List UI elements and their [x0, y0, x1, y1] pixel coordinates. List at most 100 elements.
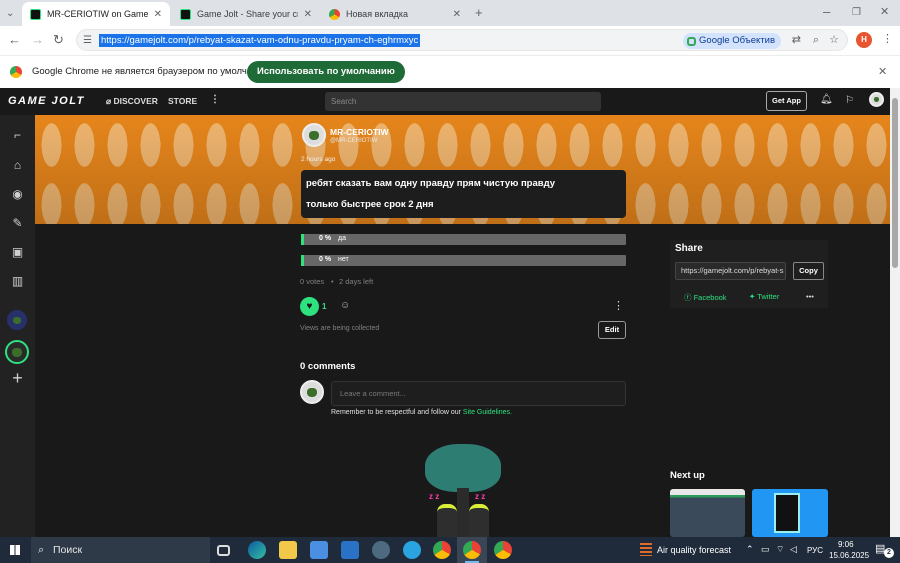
author-handle[interactable]: @MR-CERIOTIW: [330, 138, 377, 144]
restore-icon[interactable]: ❐: [852, 6, 861, 19]
commenter-avatar: [300, 380, 324, 404]
activity-icon[interactable]: ⚐: [845, 95, 854, 106]
chrome-menu-icon[interactable]: ⋮: [882, 33, 893, 46]
network-icon[interactable]: ▭: [761, 544, 770, 555]
clock-time[interactable]: 9:06: [838, 540, 854, 549]
file-explorer-icon[interactable]: [279, 541, 297, 559]
tab-search-icon[interactable]: ⌄: [6, 7, 14, 20]
translate-icon[interactable]: ⇄: [792, 34, 801, 47]
lens-label: Google Объектив: [699, 35, 775, 46]
profile-avatar[interactable]: H: [856, 32, 872, 48]
post-text-line: только быстрее срок 2 дня: [306, 199, 434, 210]
like-count[interactable]: 1: [322, 302, 326, 311]
mail-icon[interactable]: [341, 541, 359, 559]
sidebar-library-icon[interactable]: ▥: [8, 271, 27, 290]
facebook-share-link[interactable]: ⓕ Facebook: [684, 292, 727, 303]
address-bar[interactable]: ☰ https://gamejolt.com/p/rebyat-skazat-v…: [76, 29, 848, 51]
close-tab-icon[interactable]: ✕: [154, 9, 162, 20]
forward-icon[interactable]: →: [31, 33, 44, 46]
google-lens-button[interactable]: Google Объектив: [683, 33, 781, 49]
zoom-icon[interactable]: ⌕: [813, 34, 819, 47]
poll-option[interactable]: 0 % нет: [301, 255, 626, 266]
comment-rules-text: Remember to be respectful and follow our: [331, 409, 463, 416]
notifications-bell-icon[interactable]: 🔔︎: [820, 94, 833, 105]
volume-icon[interactable]: ◁: [790, 544, 797, 555]
sidebar-store-icon[interactable]: ⌂: [8, 155, 27, 174]
next-up-title: Next up: [670, 470, 705, 481]
telegram-icon[interactable]: [403, 541, 421, 559]
window-close-icon[interactable]: ✕: [880, 6, 889, 19]
twitter-share-link[interactable]: ✦ Twitter: [749, 292, 779, 301]
start-windows-icon[interactable]: [10, 545, 20, 555]
like-heart-icon[interactable]: ♥: [300, 297, 319, 316]
taskbar-search-box[interactable]: ⌕ Поиск: [31, 537, 210, 563]
url-text[interactable]: https://gamejolt.com/p/rebyat-skazat-vam…: [99, 34, 421, 47]
get-app-button[interactable]: Get App: [766, 91, 807, 111]
store-link[interactable]: STORE: [168, 96, 197, 106]
tab-new-tab[interactable]: Новая вкладка ✕: [321, 2, 469, 26]
sleep-z-icon: z z: [475, 492, 486, 501]
minimize-icon[interactable]: –: [823, 5, 830, 18]
site-guidelines-link[interactable]: Site Guidelines.: [463, 409, 512, 416]
share-more-icon[interactable]: •••: [806, 292, 814, 301]
store-app-icon[interactable]: [310, 541, 328, 559]
back-icon[interactable]: ←: [8, 33, 21, 46]
weather-icon[interactable]: [640, 543, 652, 556]
set-default-button[interactable]: Использовать по умолчанию: [247, 61, 405, 83]
gamejolt-header: GAME JOLT ⌀ DISCOVER STORE ⋮ Search Get …: [0, 88, 900, 115]
tray-overflow-icon[interactable]: ⌃: [746, 544, 754, 555]
reload-icon[interactable]: ↻: [53, 33, 64, 46]
default-browser-infobar: Google Chrome не является браузером по у…: [0, 55, 900, 88]
next-up-thumbnail[interactable]: [752, 489, 828, 537]
clock-date[interactable]: 15.06.2025: [829, 551, 869, 560]
close-tab-icon[interactable]: ✕: [453, 9, 461, 20]
sidebar-community-avatar[interactable]: [5, 340, 29, 364]
bookmark-star-icon[interactable]: ☆: [829, 34, 839, 47]
post-more-icon[interactable]: ⋮: [613, 299, 624, 312]
sidebar-backpack-icon[interactable]: ◉: [8, 184, 27, 203]
task-view-icon[interactable]: [217, 545, 230, 556]
author-avatar[interactable]: [302, 123, 326, 147]
gamejolt-favicon: [180, 8, 191, 20]
tab-gamejolt-post[interactable]: MR-CERIOTIW on Game Jolt: "p ✕: [22, 2, 170, 26]
chrome-taskbar-icon[interactable]: [433, 541, 451, 559]
infobar-close-icon[interactable]: ✕: [878, 66, 887, 79]
edge-icon[interactable]: [248, 541, 266, 559]
close-tab-icon[interactable]: ✕: [304, 9, 312, 20]
tab-gamejolt-share[interactable]: Game Jolt - Share your creatio ✕: [172, 2, 320, 26]
sidebar-realms-icon[interactable]: ⌐: [8, 125, 27, 144]
creature-left: [437, 504, 457, 537]
wifi-icon[interactable]: ⌔: [776, 544, 784, 555]
edit-button[interactable]: Edit: [598, 321, 626, 339]
user-avatar[interactable]: [869, 92, 884, 107]
next-up-thumbnail[interactable]: [670, 489, 745, 537]
comment-input[interactable]: Leave a comment...: [331, 381, 626, 406]
sidebar-add-community-icon[interactable]: +: [8, 368, 27, 388]
sidebar-community-avatar[interactable]: [7, 310, 27, 330]
page-scrollbar[interactable]: [890, 88, 900, 537]
copy-button[interactable]: Copy: [793, 262, 824, 280]
post-time[interactable]: 2 hours ago: [301, 156, 335, 163]
discover-link[interactable]: ⌀ DISCOVER: [106, 96, 158, 107]
scrollbar-thumb[interactable]: [892, 98, 898, 268]
reaction-icon[interactable]: ☺: [340, 300, 350, 311]
creature-right: [469, 504, 489, 537]
gamejolt-logo[interactable]: GAME JOLT: [8, 95, 85, 107]
language-indicator[interactable]: РУС: [807, 546, 823, 555]
more-menu-icon[interactable]: ⋮: [210, 94, 220, 105]
sidebar-quests-icon[interactable]: ✎: [8, 213, 27, 232]
chrome-taskbar-icon[interactable]: [494, 541, 512, 559]
weather-label[interactable]: Air quality forecast: [657, 545, 731, 555]
app-icon[interactable]: [372, 541, 390, 559]
share-title: Share: [675, 243, 703, 254]
new-tab-icon[interactable]: +: [475, 6, 483, 19]
author-name[interactable]: MR-CERIOTIW: [330, 127, 389, 137]
share-url-input[interactable]: https://gamejolt.com/p/rebyat-s: [675, 262, 786, 280]
poll-option-fill: [301, 255, 304, 266]
sidebar-shop-icon[interactable]: ▣: [8, 242, 27, 261]
site-search-input[interactable]: Search: [325, 92, 601, 111]
poll-option[interactable]: 0 % да: [301, 234, 626, 245]
chrome-taskbar-icon[interactable]: [463, 541, 481, 559]
poll-time-left: 2 days left: [339, 277, 374, 286]
site-info-icon[interactable]: ☰: [83, 34, 92, 47]
